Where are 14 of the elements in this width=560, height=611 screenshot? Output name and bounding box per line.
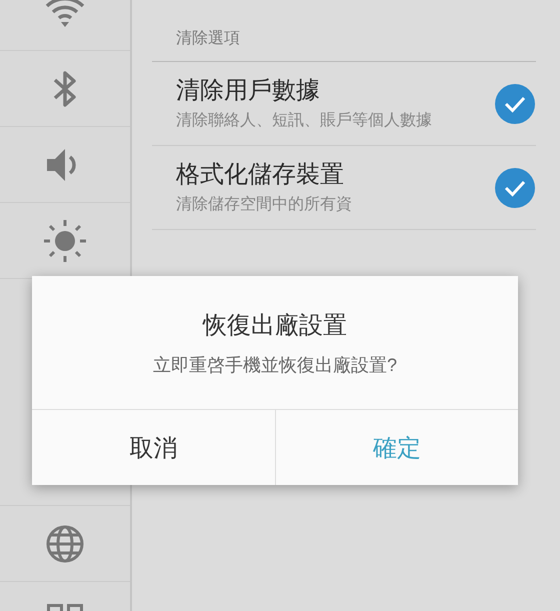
section-header: 清除選項 — [152, 28, 536, 62]
dialog-message: 立即重啓手機並恢復出廠設置? — [152, 354, 397, 376]
option-title: 格式化儲存裝置 — [176, 160, 345, 190]
globe-icon[interactable] — [46, 524, 84, 562]
checked-circle-icon[interactable] — [494, 82, 536, 124]
wifi-icon[interactable] — [45, 0, 85, 28]
option-title: 清除用戶數據 — [176, 76, 321, 106]
sun-icon[interactable] — [44, 220, 86, 262]
dialog-title: 恢復出廠設置 — [203, 310, 347, 340]
cancel-button[interactable]: 取消 — [32, 410, 276, 485]
checked-circle-icon[interactable] — [494, 166, 536, 208]
bluetooth-icon[interactable] — [52, 68, 78, 108]
option-description: 清除儲存空間中的所有資 — [176, 194, 353, 215]
option-description: 清除聯絡人、短訊、賬戶等個人數據 — [176, 110, 433, 131]
